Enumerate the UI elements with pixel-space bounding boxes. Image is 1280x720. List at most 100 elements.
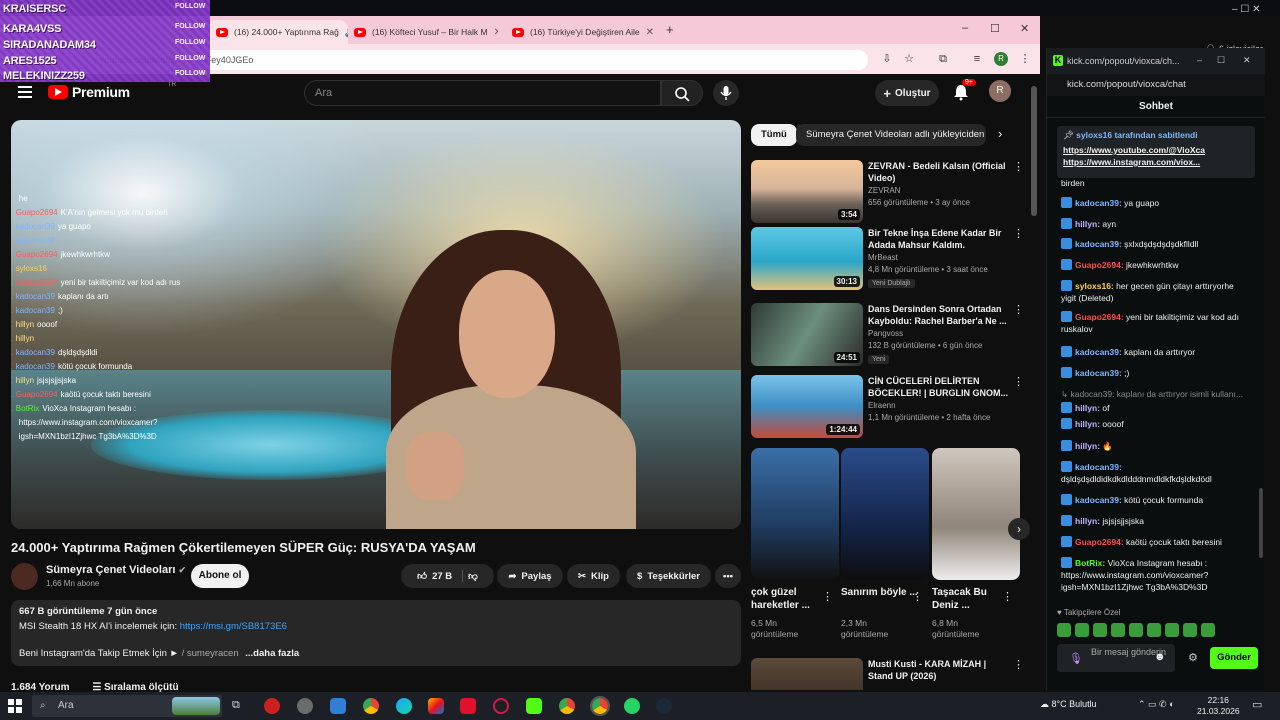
- video-player[interactable]: KheKGuapo2694K'A'nın gelmesi yok mu bird…: [11, 120, 741, 529]
- recommendation-item[interactable]: 1:24:44 CİN CÜCELERİ DELİRTEN BÖCEKLER! …: [751, 375, 1026, 439]
- chrome-icon[interactable]: [363, 698, 379, 714]
- pinned-link[interactable]: https://www.youtube.com/@VioXca: [1063, 145, 1249, 155]
- pinned-link[interactable]: https://www.instagram.com/viox...: [1063, 157, 1249, 167]
- mail-icon[interactable]: [330, 698, 346, 714]
- chat-username[interactable]: syloxs16:: [1075, 281, 1114, 291]
- chat-username[interactable]: kadocan39:: [1075, 368, 1122, 378]
- maximize-button[interactable]: ☐: [1217, 55, 1225, 66]
- next-shorts-button[interactable]: ›: [1008, 518, 1030, 540]
- opera-gx-icon[interactable]: [493, 698, 509, 714]
- chat-username[interactable]: Guapo2694:: [1075, 537, 1124, 547]
- chat-username[interactable]: hillyn:: [1075, 516, 1100, 526]
- chat-username[interactable]: kadocan39:: [1075, 495, 1122, 505]
- maximize-button[interactable]: ☐: [990, 22, 1000, 35]
- menu-icon[interactable]: [18, 86, 32, 98]
- chevron-right-icon[interactable]: ›: [998, 126, 1002, 141]
- chat-username[interactable]: Guapo2694:: [1075, 260, 1124, 270]
- clip-button[interactable]: ✂ Klip: [567, 564, 620, 588]
- chip-all[interactable]: Tümü: [751, 124, 797, 146]
- close-window-button[interactable]: ✕: [1243, 55, 1251, 66]
- chat-username[interactable]: hillyn:: [1075, 403, 1100, 413]
- youtube-logo[interactable]: Premium TR: [48, 82, 176, 100]
- dislike-button[interactable]: 👎︎: [468, 570, 478, 582]
- emote-icon[interactable]: [1147, 623, 1161, 637]
- recommendation-item[interactable]: 30:13 Bir Tekne İnşa Edene Kadar Bir Ada…: [751, 227, 1026, 291]
- close-icon[interactable]: ✕: [646, 27, 654, 38]
- chip-channel[interactable]: Sümeyra Çenet Videoları adlı yükleyicide…: [796, 124, 986, 146]
- chat-username[interactable]: kadocan39:: [1075, 239, 1122, 249]
- new-tab-button[interactable]: +: [666, 22, 674, 37]
- opera-icon[interactable]: [264, 698, 280, 714]
- more-dots-icon[interactable]: ⋮: [822, 590, 833, 603]
- emote-icon[interactable]: [1057, 623, 1071, 637]
- more-dots-icon[interactable]: ⋮: [1013, 303, 1024, 316]
- bookmark-star-icon[interactable]: ☆: [902, 52, 916, 66]
- chat-scrollbar[interactable]: [1259, 488, 1263, 558]
- short-thumbnail[interactable]: [751, 448, 839, 580]
- description-box[interactable]: 667 B görüntüleme 7 gün önce MSI Stealth…: [11, 600, 741, 666]
- more-dots-icon[interactable]: ⋮: [1013, 658, 1024, 671]
- extensions-icon[interactable]: ⧉: [936, 52, 950, 66]
- chat-username[interactable]: hillyn:: [1075, 441, 1100, 451]
- settings-gear-icon[interactable]: ⚙: [1188, 651, 1198, 664]
- show-more-button[interactable]: ...daha fazla: [245, 648, 299, 659]
- chrome-active-icon[interactable]: [590, 696, 610, 716]
- close-window-button[interactable]: ✕: [1020, 22, 1029, 35]
- more-dots-icon[interactable]: ⋮: [1013, 160, 1024, 173]
- pinned-message[interactable]: 📌︎ syloxs16 tarafından sabitlendi https:…: [1057, 126, 1255, 178]
- channel-name[interactable]: Sümeyra Çenet Videoları ✔: [46, 564, 186, 576]
- emote-icon[interactable]: [1111, 623, 1125, 637]
- clock[interactable]: 22:16 21.03.2026: [1197, 695, 1240, 717]
- instagram-link[interactable]: / sumeyracen: [182, 648, 239, 659]
- chat-username[interactable]: Guapo2694:: [1075, 312, 1124, 322]
- app-icon[interactable]: [297, 698, 313, 714]
- close-icon[interactable]: ✕: [494, 27, 498, 38]
- more-actions-button[interactable]: •••: [715, 564, 741, 588]
- like-button[interactable]: 👍︎ 27 B: [417, 570, 464, 582]
- emote-icon[interactable]: [1165, 623, 1179, 637]
- more-dots-icon[interactable]: ⋮: [1013, 375, 1024, 388]
- share-button[interactable]: ➦ Paylaş: [497, 564, 563, 588]
- microphone-icon[interactable]: 🎙︎: [1069, 652, 1083, 665]
- tray-icons[interactable]: ⌃ ▭ ✆ ◐: [1138, 699, 1175, 710]
- search-button[interactable]: [661, 80, 703, 106]
- emote-icon[interactable]: [1183, 623, 1197, 637]
- task-view-icon[interactable]: ⧉: [232, 699, 240, 712]
- account-avatar[interactable]: R: [989, 80, 1011, 102]
- emoji-icon[interactable]: ☻: [1154, 651, 1166, 663]
- os-window-controls[interactable]: – ☐ ✕: [1232, 4, 1260, 15]
- recommendation-item[interactable]: 3:54 ZEVRAN - Bedeli Kalsın (Official Vi…: [751, 160, 1026, 224]
- notification-center-icon[interactable]: ▭: [1252, 698, 1262, 711]
- voice-search-button[interactable]: [713, 80, 739, 106]
- scrollbar[interactable]: [1031, 86, 1037, 216]
- chat-username[interactable]: hillyn:: [1075, 419, 1100, 429]
- chat-username[interactable]: kadocan39:: [1075, 198, 1122, 208]
- short-thumbnail[interactable]: [932, 448, 1020, 580]
- channel-avatar[interactable]: [11, 563, 38, 590]
- weather-widget[interactable]: ☁ 8°C Bulutlu: [1040, 699, 1097, 710]
- kick-icon[interactable]: [526, 698, 542, 714]
- install-icon[interactable]: ⇩: [880, 52, 894, 66]
- whatsapp-icon[interactable]: [624, 698, 640, 714]
- recommendation-item[interactable]: 24:51 Dans Dersinden Sonra Ortadan Kaybo…: [751, 303, 1026, 367]
- start-button[interactable]: [8, 699, 22, 713]
- chat-username[interactable]: BotRix:: [1075, 558, 1105, 568]
- chat-username[interactable]: kadocan39:: [1075, 462, 1122, 472]
- subscribe-button[interactable]: Abone ol: [191, 564, 249, 588]
- app-icon[interactable]: [460, 698, 476, 714]
- description-link[interactable]: https://msi.gm/SB8173E6: [180, 621, 287, 632]
- short-thumbnail[interactable]: [841, 448, 929, 580]
- minimize-button[interactable]: –: [962, 22, 968, 34]
- edge-icon[interactable]: [396, 698, 412, 714]
- menu-dots-icon[interactable]: ⋮: [1018, 52, 1032, 66]
- send-button[interactable]: Gönder: [1210, 647, 1258, 669]
- more-dots-icon[interactable]: ⋮: [1002, 590, 1013, 603]
- chat-username[interactable]: hillyn:: [1075, 219, 1100, 229]
- search-input[interactable]: Ara: [304, 80, 661, 106]
- minimize-button[interactable]: –: [1197, 55, 1202, 65]
- chrome-profile-icon[interactable]: [559, 698, 575, 714]
- emote-icon[interactable]: [1129, 623, 1143, 637]
- media-icon[interactable]: ≡: [970, 52, 984, 66]
- emote-icon[interactable]: [1093, 623, 1107, 637]
- recommendation-item[interactable]: Musti Kusti - KARA MİZAH | Stand UP (202…: [751, 658, 1026, 690]
